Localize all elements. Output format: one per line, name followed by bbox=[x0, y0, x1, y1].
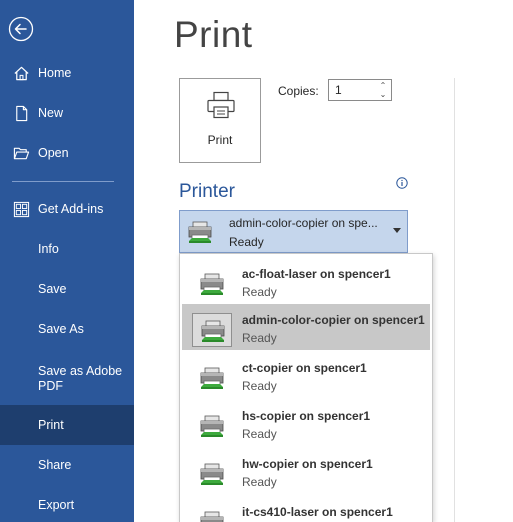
info-icon[interactable] bbox=[396, 177, 408, 189]
sidebar-divider bbox=[12, 181, 114, 182]
printer-ready-icon bbox=[192, 505, 232, 522]
chevron-down-icon[interactable]: ⌄ bbox=[378, 90, 388, 99]
printer-option-status: Ready bbox=[242, 285, 277, 299]
printer-option-name: hs-copier on spencer1 bbox=[242, 409, 371, 423]
nav-export-label: Export bbox=[38, 497, 75, 512]
printer-option-name: ac-float-laser on spencer1 bbox=[242, 267, 391, 281]
nav-save-label: Save bbox=[38, 281, 67, 296]
printer-icon bbox=[206, 91, 236, 119]
nav-home-label: Home bbox=[38, 65, 72, 80]
chevron-up-icon[interactable]: ⌃ bbox=[378, 81, 388, 90]
nav-get-addins-label: Get Add-ins bbox=[38, 201, 104, 216]
print-button-label: Print bbox=[207, 133, 233, 147]
nav-save-as[interactable]: Save As bbox=[0, 309, 134, 349]
printer-ready-icon bbox=[192, 457, 232, 491]
copies-value[interactable]: 1 bbox=[335, 83, 342, 97]
nav-print[interactable]: Print bbox=[0, 405, 134, 445]
nav-print-label: Print bbox=[38, 417, 64, 432]
printer-option-status: Ready bbox=[242, 379, 277, 393]
preview-divider bbox=[454, 78, 455, 522]
printer-option-name: hw-copier on spencer1 bbox=[242, 457, 373, 471]
print-button[interactable]: Print bbox=[179, 78, 261, 163]
printer-option[interactable]: ac-float-laser on spencer1 Ready bbox=[182, 258, 430, 304]
dropdown-caret-icon[interactable] bbox=[393, 228, 401, 233]
printer-ready-icon bbox=[192, 267, 232, 301]
home-icon bbox=[12, 64, 30, 82]
nav-info-label: Info bbox=[38, 241, 59, 256]
printer-option[interactable]: hs-copier on spencer1 Ready bbox=[182, 400, 430, 446]
page-title: Print bbox=[174, 14, 253, 55]
folder-open-icon bbox=[12, 144, 30, 162]
printer-dropdown-list: ac-float-laser on spencer1 Ready admin-c… bbox=[179, 253, 433, 522]
nav-save-as-adobe-pdf[interactable]: Save as Adobe PDF bbox=[0, 357, 134, 401]
printer-select[interactable]: admin-color-copier on spe... Ready bbox=[179, 210, 408, 253]
printer-ready-icon bbox=[192, 409, 232, 443]
nav-home[interactable]: Home bbox=[0, 53, 134, 93]
printer-option-name: it-cs410-laser on spencer1 bbox=[242, 505, 393, 519]
printer-option-selected[interactable]: admin-color-copier on spencer1 Ready bbox=[182, 304, 430, 350]
selected-printer-name: admin-color-copier on spe... bbox=[229, 216, 378, 230]
copies-label: Copies: bbox=[278, 84, 319, 98]
nav-export[interactable]: Export bbox=[0, 485, 134, 522]
printer-option-name: ct-copier on spencer1 bbox=[242, 361, 367, 375]
nav-new-label: New bbox=[38, 105, 64, 120]
printer-option[interactable]: hw-copier on spencer1 Ready bbox=[182, 448, 430, 494]
nav-save-as-adobe-pdf-label: Save as Adobe PDF bbox=[38, 364, 123, 393]
nav-open[interactable]: Open bbox=[0, 133, 134, 173]
printer-option-name: admin-color-copier on spencer1 bbox=[242, 313, 425, 327]
copies-stepper[interactable]: 1 ⌃ ⌄ bbox=[328, 79, 392, 101]
nav-save[interactable]: Save bbox=[0, 269, 134, 309]
printer-option-status: Ready bbox=[242, 427, 277, 441]
grid-addins-icon bbox=[12, 200, 30, 218]
printer-option-status: Ready bbox=[242, 331, 277, 345]
printer-option-status: Ready bbox=[242, 475, 277, 489]
printer-option[interactable]: it-cs410-laser on spencer1 bbox=[182, 496, 430, 522]
new-document-icon bbox=[12, 104, 30, 122]
nav-share-label: Share bbox=[38, 457, 72, 472]
selected-printer-status: Ready bbox=[229, 235, 264, 249]
nav-open-label: Open bbox=[38, 145, 69, 160]
nav-save-as-label: Save As bbox=[38, 321, 84, 336]
nav-share[interactable]: Share bbox=[0, 445, 134, 485]
back-arrow-icon[interactable] bbox=[8, 16, 34, 42]
printer-heading: Printer bbox=[179, 181, 235, 202]
nav-info[interactable]: Info bbox=[0, 229, 134, 269]
printer-ready-icon bbox=[186, 219, 214, 245]
printer-option[interactable]: ct-copier on spencer1 Ready bbox=[182, 352, 430, 398]
backstage-sidebar: Home New Open Get Add-ins Info Save Save… bbox=[0, 0, 134, 522]
printer-ready-icon bbox=[192, 361, 232, 395]
nav-get-addins[interactable]: Get Add-ins bbox=[0, 189, 134, 229]
printer-ready-icon bbox=[192, 313, 232, 347]
nav-new[interactable]: New bbox=[0, 93, 134, 133]
